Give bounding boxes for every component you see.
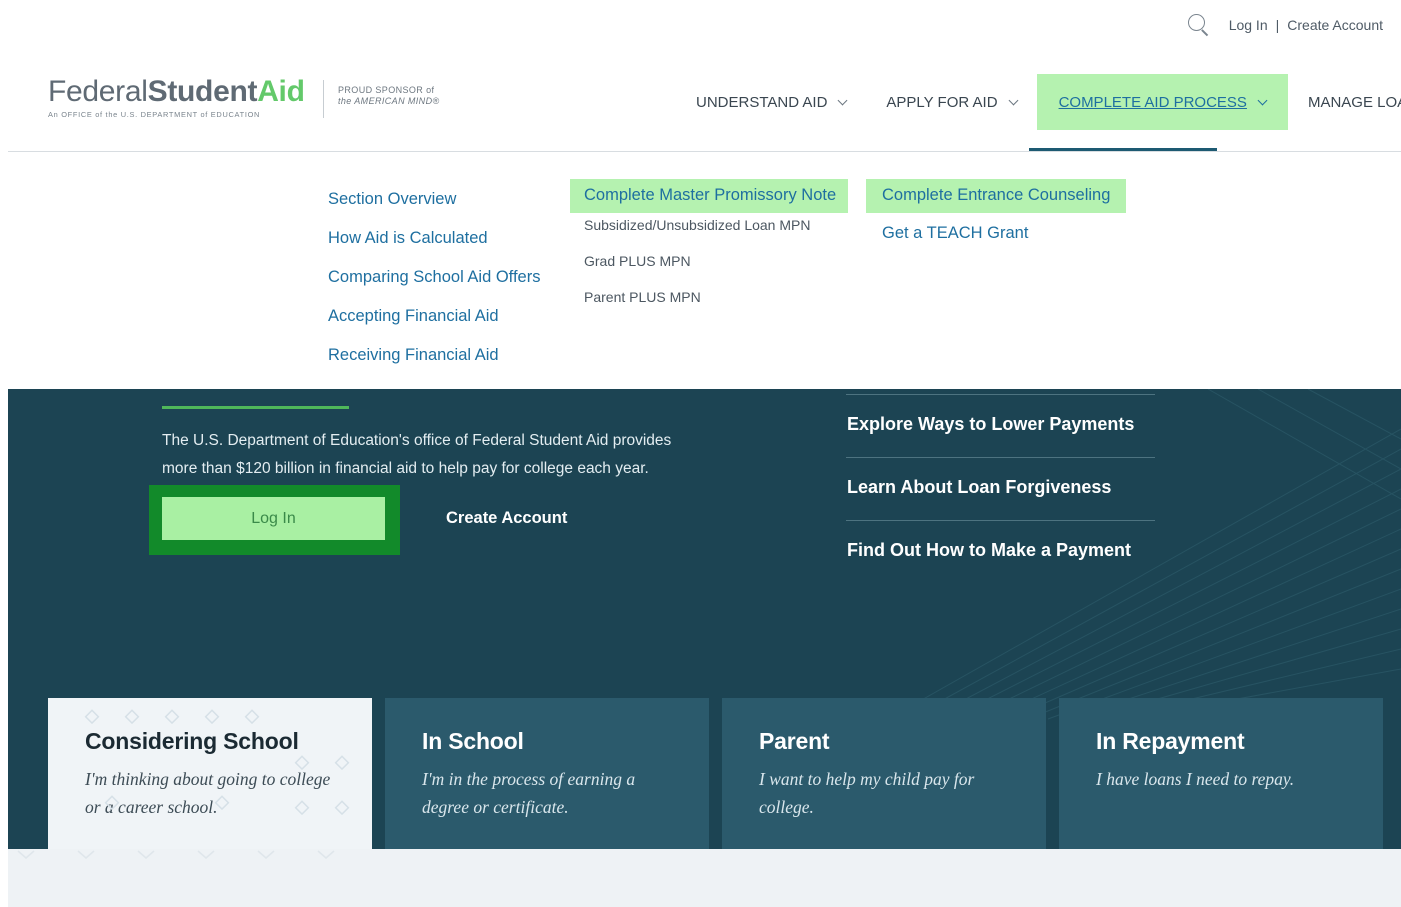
menu-link-parent-plus-mpn[interactable]: Parent PLUS MPN (570, 285, 848, 321)
quick-links: Explore Ways to Lower Payments Learn Abo… (846, 394, 1155, 583)
logo-federal: Federal (48, 75, 148, 108)
card-parent[interactable]: Parent I want to help my child pay for c… (722, 698, 1046, 849)
menu-link-how-aid-calculated[interactable]: How Aid is Calculated (328, 226, 540, 265)
menu-link-grad-plus-mpn[interactable]: Grad PLUS MPN (570, 249, 848, 285)
hero-description: The U.S. Department of Education's offic… (162, 432, 672, 477)
logo-aid: Aid (257, 75, 305, 108)
nav-label: APPLY FOR AID (886, 93, 998, 111)
card-in-repayment[interactable]: In Repayment I have loans I need to repa… (1059, 698, 1383, 849)
site-header: FederalStudentAid An OFFICE of the U.S. … (8, 60, 1401, 152)
card-description: I have loans I need to repay. (1096, 769, 1295, 789)
nav-label: COMPLETE AID PROCESS (1058, 93, 1247, 111)
utility-create-account-link[interactable]: Create Account (1287, 17, 1383, 33)
search-icon[interactable] (1185, 12, 1211, 38)
chevron-down-icon (837, 95, 848, 105)
quick-link-lower-payments[interactable]: Explore Ways to Lower Payments (846, 394, 1155, 457)
menu-link-master-promissory-note[interactable]: Complete Master Promissory Note (570, 179, 849, 213)
card-description: I'm in the process of earning a degree o… (422, 769, 636, 817)
menu-column-counseling: Complete Entrance Counseling Get a TEACH… (866, 179, 1127, 243)
mega-menu: Section Overview How Aid is Calculated C… (8, 153, 1401, 389)
card-title: Parent (759, 728, 830, 754)
logo-wordmark: FederalStudentAid (48, 76, 305, 108)
logo-student: Student (147, 75, 258, 108)
nav-complete-aid-process[interactable]: COMPLETE AID PROCESS (1036, 74, 1288, 130)
menu-link-receiving-aid[interactable]: Receiving Financial Aid (328, 343, 540, 382)
menu-column-mpn: Complete Master Promissory Note Subsidiz… (570, 179, 849, 321)
hero-section: The U.S. Department of Education's offic… (8, 389, 1401, 849)
nav-label: MANAGE LOANS (1307, 93, 1401, 111)
quick-link-loan-forgiveness[interactable]: Learn About Loan Forgiveness (846, 457, 1155, 520)
sponsor-line-1: PROUD SPONSOR of (338, 85, 435, 95)
page-background-band (8, 849, 1401, 907)
menu-link-section-overview[interactable]: Section Overview (328, 187, 540, 226)
sponsor-badge: PROUD SPONSOR of the AMERICAN MIND® (323, 80, 440, 118)
utility-login-link[interactable]: Log In (1229, 17, 1268, 33)
menu-column-overview: Section Overview How Aid is Calculated C… (328, 187, 540, 382)
hero-create-account-link[interactable]: Create Account (446, 509, 567, 528)
nav-apply-for-aid[interactable]: APPLY FOR AID (866, 74, 1036, 130)
quick-link-make-payment[interactable]: Find Out How to Make a Payment (846, 520, 1155, 583)
nav-understand-aid[interactable]: UNDERSTAND AID (676, 74, 866, 130)
hero-accent-line (162, 406, 349, 409)
card-description: I'm thinking about going to college or a… (85, 769, 331, 817)
nav-manage-loans[interactable]: MANAGE LOANS (1288, 74, 1401, 130)
nav-label: UNDERSTAND AID (696, 93, 828, 111)
card-description: I want to help my child pay for college. (759, 769, 975, 817)
menu-link-comparing-offers[interactable]: Comparing School Aid Offers (328, 265, 540, 304)
chevron-down-icon (1008, 95, 1019, 105)
card-title: In Repayment (1096, 728, 1245, 754)
active-nav-indicator (1029, 148, 1217, 151)
fsa-logo[interactable]: FederalStudentAid An OFFICE of the U.S. … (48, 76, 305, 120)
menu-link-sub-unsub-mpn[interactable]: Subsidized/Unsubsidized Loan MPN (570, 213, 848, 249)
utility-separator: | (1275, 17, 1280, 33)
sponsor-line-2: the AMERICAN MIND® (338, 96, 440, 106)
logo-tagline: An OFFICE of the U.S. DEPARTMENT of EDUC… (48, 110, 261, 119)
menu-link-teach-grant[interactable]: Get a TEACH Grant (866, 224, 1126, 243)
card-title: Considering School (85, 728, 299, 754)
band-pattern-decoration (17, 850, 335, 859)
main-nav: UNDERSTAND AID APPLY FOR AID COMPLETE AI… (676, 74, 1401, 130)
menu-link-entrance-counseling[interactable]: Complete Entrance Counseling (866, 179, 1127, 213)
chevron-down-icon (1257, 95, 1268, 105)
card-considering-school[interactable]: Considering School I'm thinking about go… (48, 698, 372, 849)
account-links: Log In | Create Account (1229, 17, 1383, 33)
hero-login-button[interactable]: Log In (162, 497, 385, 540)
card-in-school[interactable]: In School I'm in the process of earning … (385, 698, 709, 849)
utility-bar: Log In | Create Account (1185, 12, 1383, 38)
menu-link-accepting-aid[interactable]: Accepting Financial Aid (328, 304, 540, 343)
card-title: In School (422, 728, 524, 754)
login-button-focus-ring: Log In (149, 485, 400, 555)
